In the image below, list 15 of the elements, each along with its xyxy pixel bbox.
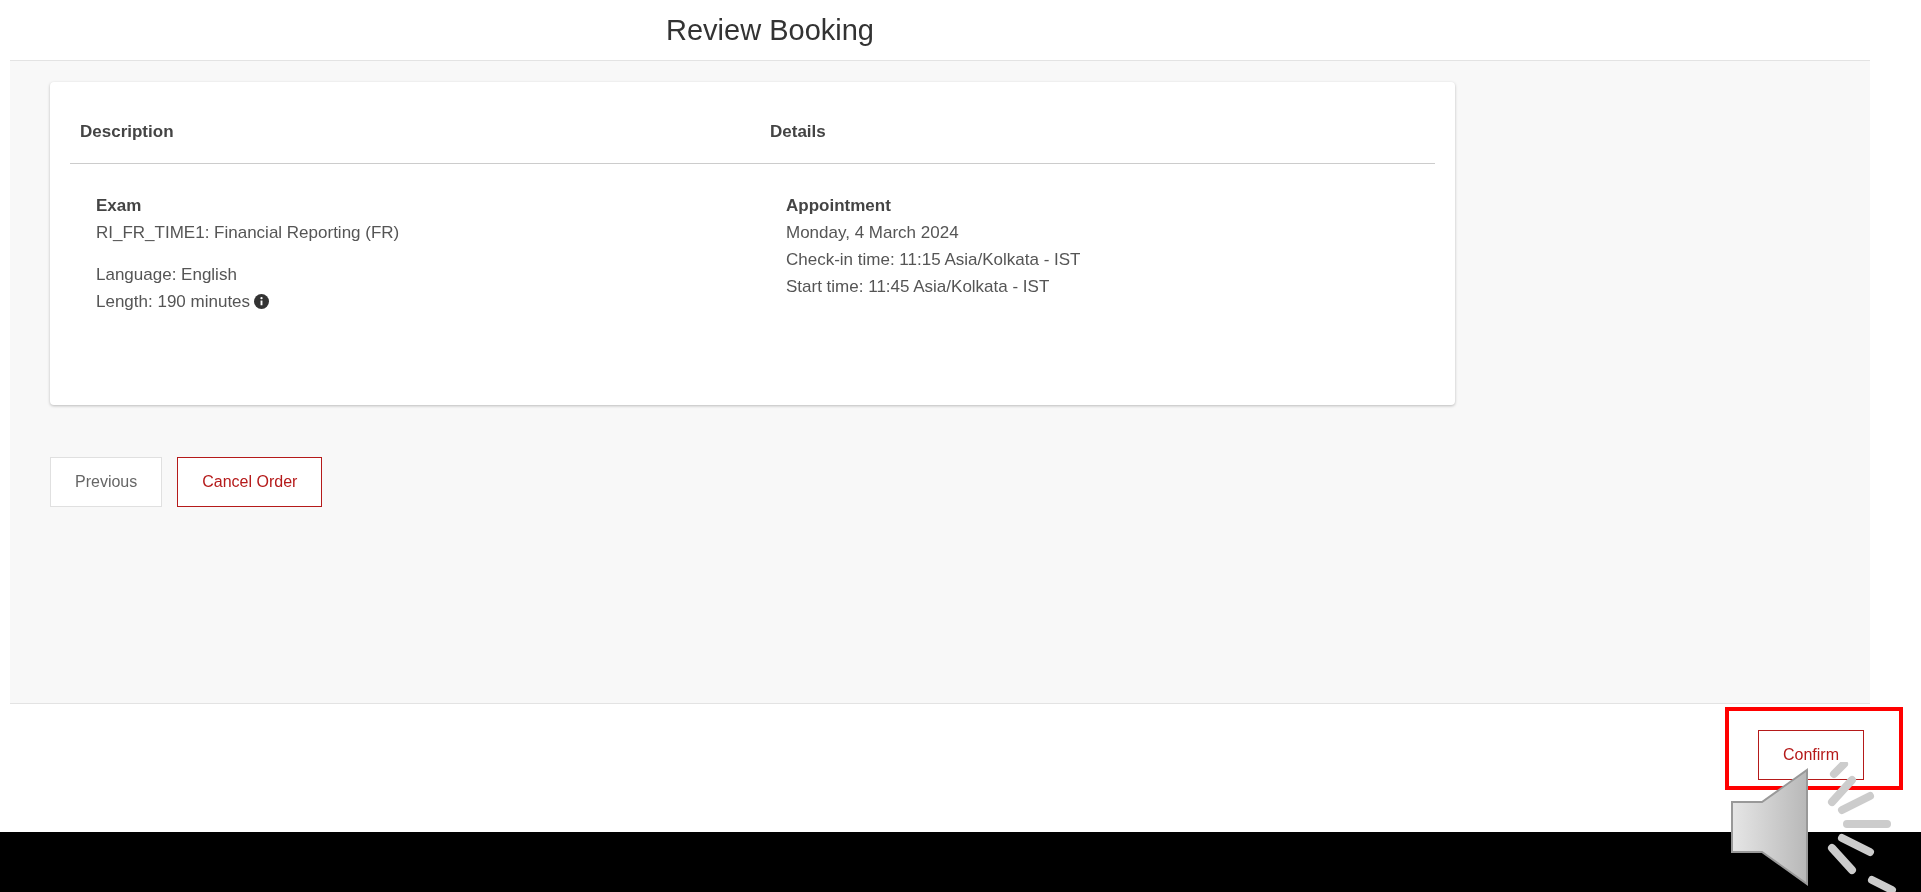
appointment-heading: Appointment — [786, 194, 892, 217]
previous-button[interactable]: Previous — [50, 457, 163, 507]
exam-length: Length: 190 minutes — [96, 291, 251, 314]
appointment-detail: Monday, 4 March 2024 — [786, 221, 960, 244]
page-title: Review Booking — [666, 12, 874, 48]
column-header: Details — [760, 119, 1435, 164]
confirm-button[interactable]: Confirm — [1758, 730, 1864, 780]
column-header: Description — [70, 119, 760, 164]
exam-language: Language: English — [96, 263, 238, 286]
appointment-detail: Check-in time: 11:15 Asia/Kolkata - IST — [786, 248, 1082, 271]
exam-heading: Exam — [96, 194, 143, 217]
info-icon[interactable] — [254, 294, 270, 310]
appointment-detail: Start time: 11:45 Asia/Kolkata - IST — [786, 276, 1051, 299]
exam-name: RI_FR_TIME1: Financial Reporting (FR) — [96, 221, 401, 244]
cancel-order-button[interactable]: Cancel Order — [177, 457, 323, 507]
